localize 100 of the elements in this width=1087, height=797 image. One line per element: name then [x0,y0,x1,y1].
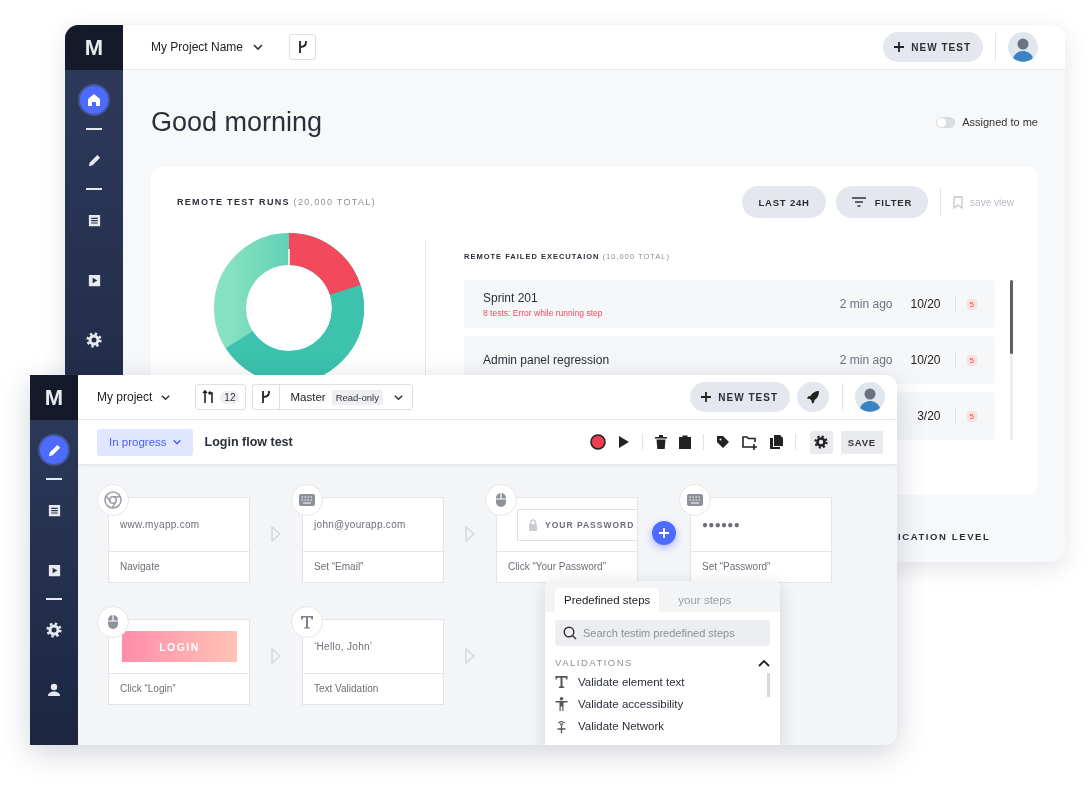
step-option[interactable]: Validate Network [555,715,767,737]
delete-button[interactable] [654,435,667,449]
play-button[interactable] [617,435,630,449]
scrollbar[interactable] [767,673,770,697]
record-icon [589,434,606,450]
branch-icon [296,40,309,54]
run-name: Admin panel regression [483,353,611,367]
tab[interactable]: Predefined steps [555,588,660,612]
step-label: Click “Login” [119,682,177,696]
copy-button[interactable] [769,435,783,449]
scrollbar[interactable] [1010,280,1013,440]
read-only-tag: Read-only [331,389,383,405]
rocket-icon [806,390,820,404]
clipboard-icon [678,435,691,449]
step-value: ‘Hello, John’ [314,641,373,652]
filter-button[interactable]: FILTER [835,186,929,218]
avatar-icon[interactable] [1008,32,1038,62]
sidebar-item[interactable] [40,436,68,464]
bookmark-icon [953,195,964,209]
clipboard-button[interactable] [678,435,691,449]
person-icon [555,697,568,711]
arrow-icon [271,648,281,664]
text-icon [555,676,568,688]
list-icon [46,502,62,518]
chevron-icon [252,41,265,53]
step-card[interactable]: ‘Hello, John’ Text Validation [302,619,444,705]
settings-icon [86,332,102,348]
branch-icon [260,390,273,404]
status-dropdown[interactable]: In progress [97,428,193,456]
run-time: 2 min ago [839,297,893,311]
pencil-icon [86,152,102,168]
record-button[interactable] [589,434,606,450]
card-title: REMOTE TEST RUNS (20,000 TOTAL) [177,197,376,207]
filter-icon [851,197,866,207]
project-dropdown[interactable]: My project [97,390,172,404]
chevron-icon [171,437,182,447]
tag-button[interactable] [715,435,730,449]
browser-icon [97,484,129,516]
avatar-icon[interactable] [855,382,885,412]
step-value: www.myapp.com [120,519,200,530]
app-logo: M [30,375,78,420]
arrow-icon [465,526,475,542]
pencil-icon [46,442,62,458]
toggle-label: Assigned to me [962,116,1038,128]
settings-icon [814,435,829,449]
play-icon [46,562,62,578]
step-label: Click “Your Password” [507,560,607,574]
step-card[interactable]: LOGIN Click “Login” [108,619,250,705]
field-placeholder: YOUR PASSWORD [545,519,635,530]
run-time: 2 min ago [839,353,893,367]
toggle-switch[interactable] [936,116,956,128]
new-test-button[interactable]: NEW TEST [690,382,790,412]
tag-icon [715,435,730,449]
run-count: 10/20 [910,297,941,311]
branch-name: Master [290,391,326,403]
text-icon [291,606,323,638]
section-title: ICATION LEVEL [898,531,991,542]
caret-icon[interactable] [758,658,770,667]
search-field[interactable]: Search testim predefined steps [555,620,770,646]
arrow-icon [465,648,475,664]
plus-icon [659,527,669,538]
pull-requests-button[interactable]: 12 [195,384,247,410]
range-button[interactable]: LAST 24H [742,186,826,218]
run-count: 3/20 [917,409,941,423]
settings-button[interactable] [809,430,833,454]
sidebar-item[interactable] [80,86,108,114]
section-title: VALIDATIONS [555,657,633,668]
failure-badge: 5 [966,298,977,310]
step-card[interactable]: www.myapp.com Navigate [108,497,250,583]
step-option[interactable]: Validate accessibility [555,693,767,715]
branch-button[interactable] [289,34,317,60]
step-label: Set “Email” [313,560,365,574]
failure-badge: 5 [966,354,977,366]
rocket-button[interactable] [797,382,829,412]
failure-badge: 5 [966,410,977,422]
settings-icon [46,622,62,638]
copy-icon [769,435,783,449]
step-value: john@yourapp.com [314,519,406,530]
new-test-button[interactable]: NEW TEST [883,32,983,62]
error-text: 8 tests: Error while running step [483,307,604,318]
step-option[interactable]: Validate element text [555,671,767,693]
plus-icon [700,391,713,403]
keyboard-icon [291,484,323,516]
step-label: Navigate [119,560,161,574]
run-name: Sprint 201 [483,290,539,305]
step-card[interactable]: ●●●●●● Set “Password” [690,497,832,583]
add-step-button[interactable] [652,520,676,545]
plus-icon [893,41,906,53]
step-card[interactable]: YOUR PASSWORD Click “Your Password” [496,497,638,583]
pull-request-icon [202,390,216,404]
play-icon [617,435,630,449]
folder-plus-icon [741,434,758,450]
execution-row[interactable]: Sprint 201 8 tests: Error while running step 2 min ago 10/20 5 [464,280,995,328]
test-name: Login flow test [204,435,293,449]
save-button[interactable]: SAVE [840,430,883,454]
branch-selector[interactable]: Master Read-only [252,384,413,410]
add-folder-button[interactable] [741,434,758,450]
project-dropdown[interactable]: My Project Name [151,40,265,54]
step-card[interactable]: john@yourapp.com Set “Email” [302,497,444,583]
trash-icon [654,435,667,449]
